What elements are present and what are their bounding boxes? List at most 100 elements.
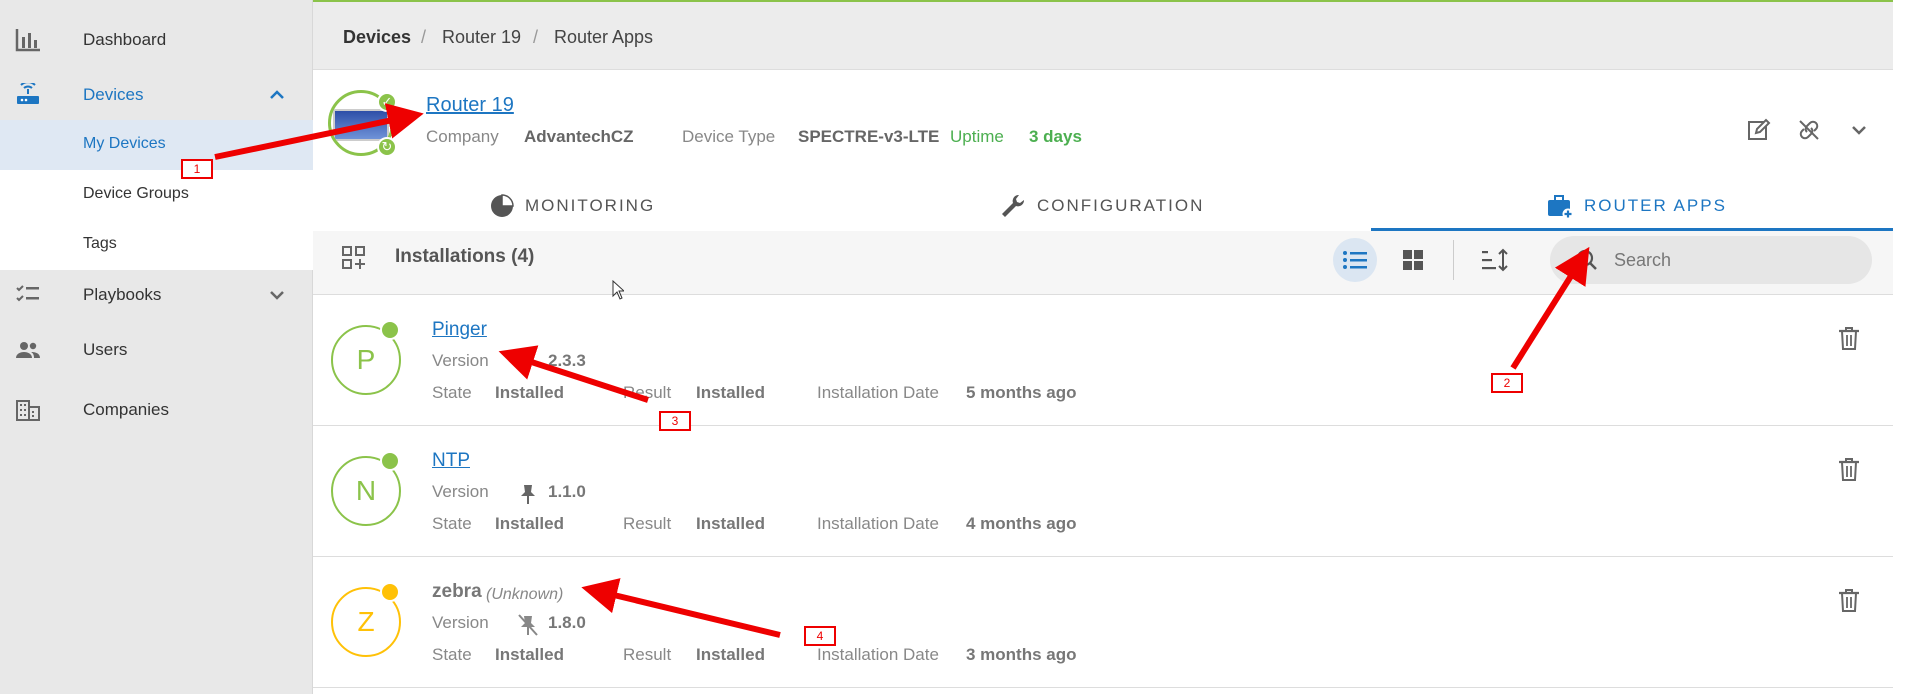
installation-date-label: Installation Date (817, 383, 939, 402)
device-name-link[interactable]: Router 19 (426, 94, 514, 117)
result-label: Result (623, 514, 672, 533)
sidebar-subitem-my-devices[interactable]: My Devices (0, 120, 313, 170)
tab-monitoring[interactable]: MONITORING (489, 180, 655, 232)
app-status-dot (380, 582, 400, 602)
unlink-icon[interactable] (1795, 116, 1823, 144)
chevron-down-icon[interactable] (266, 284, 288, 306)
state-label: State (432, 383, 472, 402)
breadcrumb-router-apps: Router Apps (554, 27, 654, 47)
sidebar-item-dashboard[interactable]: Dashboard (0, 15, 313, 65)
breadcrumb-devices[interactable]: Devices (343, 27, 411, 48)
tab-label: MONITORING (525, 196, 656, 215)
bar-chart-icon (14, 26, 42, 54)
uptime-value: 3 days (1029, 127, 1082, 146)
list-icon (1343, 251, 1367, 269)
briefcase-plus-icon (1548, 195, 1574, 220)
app-status-dot (380, 320, 400, 340)
installations-count: Installations (4) (395, 246, 535, 267)
list-view-button[interactable] (1333, 238, 1377, 282)
router-icon (14, 81, 42, 109)
tab-label: CONFIGURATION (1037, 196, 1205, 215)
installation-date-label: Installation Date (817, 645, 939, 664)
sidebar-item-label: Dashboard (83, 30, 167, 49)
scrollbar[interactable] (1893, 0, 1910, 694)
version-value: 1.8.0 (548, 613, 586, 632)
annotation-label-4: 4 (804, 626, 836, 646)
checklist-icon (14, 281, 42, 309)
sidebar-item-devices[interactable]: Devices (0, 70, 313, 120)
installation-date-value: 5 months ago (966, 383, 1077, 402)
app-unknown-note: (Unknown) (486, 586, 564, 603)
toolbar-divider (1453, 240, 1454, 280)
version-value: 1.1.0 (548, 482, 586, 501)
sort-button[interactable] (1473, 238, 1517, 282)
tab-configuration[interactable]: CONFIGURATION (999, 180, 1204, 232)
state-label: State (432, 645, 472, 664)
tab-bar: MONITORING CONFIGURATION ROUTER APPS (313, 180, 1893, 232)
pin-off-icon[interactable] (518, 614, 538, 636)
app-row-pinger: P Pinger Version 2.3.3 State Installed R… (313, 295, 1893, 426)
chevron-down-icon[interactable] (1845, 116, 1873, 144)
sidebar-subitem-label: Tags (83, 235, 117, 252)
trash-icon[interactable] (1836, 587, 1862, 613)
state-value: Installed (495, 383, 564, 402)
sidebar-item-label: Playbooks (83, 285, 162, 304)
router-image (333, 109, 389, 141)
device-type-label: Device Type (682, 127, 776, 146)
annotation-label-3: 3 (659, 411, 691, 431)
sidebar-subitem-device-groups[interactable]: Device Groups (0, 170, 313, 220)
edit-icon[interactable] (1745, 116, 1773, 144)
result-value: Installed (696, 514, 765, 533)
tab-label: ROUTER APPS (1584, 196, 1727, 215)
online-check-icon: ✓ (377, 92, 397, 112)
result-value: Installed (696, 383, 765, 402)
breadcrumb-separator: / (533, 27, 539, 47)
company-value: AdvantechCZ (524, 127, 634, 146)
sidebar-item-label: Companies (83, 400, 169, 419)
uptime-label: Uptime (950, 127, 1004, 146)
sidebar-item-users[interactable]: Users (0, 325, 313, 375)
state-value: Installed (495, 514, 564, 533)
trash-icon[interactable] (1836, 325, 1862, 351)
app-name-link[interactable]: Pinger (432, 319, 487, 341)
chevron-up-icon[interactable] (266, 84, 288, 106)
annotation-label-2: 2 (1491, 373, 1523, 393)
app-name-link[interactable]: NTP (432, 450, 470, 472)
add-app-grid-icon[interactable] (341, 245, 367, 271)
device-type-value: SPECTRE-v3-LTE (798, 127, 940, 146)
trash-icon[interactable] (1836, 456, 1862, 482)
tab-router-apps[interactable]: ROUTER APPS (1546, 180, 1727, 232)
app-status-dot (380, 451, 400, 471)
pin-icon[interactable] (518, 352, 538, 374)
sync-icon: ↻ (377, 137, 397, 157)
sidebar-item-playbooks[interactable]: Playbooks (0, 270, 313, 320)
state-value: Installed (495, 645, 564, 664)
sidebar: Dashboard Devices My Devices Device Grou… (0, 0, 313, 694)
sidebar-item-label: Devices (83, 85, 144, 104)
building-icon (14, 396, 42, 424)
breadcrumb-separator: / (421, 27, 427, 47)
grid-view-button[interactable] (1391, 238, 1435, 282)
grid-icon (1403, 250, 1423, 270)
version-label: Version (432, 351, 489, 370)
users-icon (14, 336, 42, 364)
sidebar-subitem-tags[interactable]: Tags (0, 220, 313, 270)
mouse-cursor-icon (612, 280, 624, 300)
annotation-label-1: 1 (181, 159, 213, 179)
search-input[interactable] (1614, 248, 1854, 272)
installation-date-value: 3 months ago (966, 645, 1077, 664)
installation-date-value: 4 months ago (966, 514, 1077, 533)
state-label: State (432, 514, 472, 533)
company-label: Company (426, 127, 499, 146)
app-name: zebra (432, 581, 482, 602)
pin-icon[interactable] (518, 483, 538, 505)
breadcrumb-router-19[interactable]: Router 19 (442, 27, 521, 48)
sidebar-item-companies[interactable]: Companies (0, 385, 313, 435)
search-icon (1576, 249, 1597, 270)
version-label: Version (432, 482, 489, 501)
result-label: Result (623, 383, 672, 402)
app-row-ntp: N NTP Version 1.1.0 State Installed Resu… (313, 426, 1893, 557)
sidebar-subitem-label: Device Groups (83, 185, 189, 202)
search-box (1550, 236, 1872, 284)
sidebar-subitem-label: My Devices (83, 135, 166, 152)
